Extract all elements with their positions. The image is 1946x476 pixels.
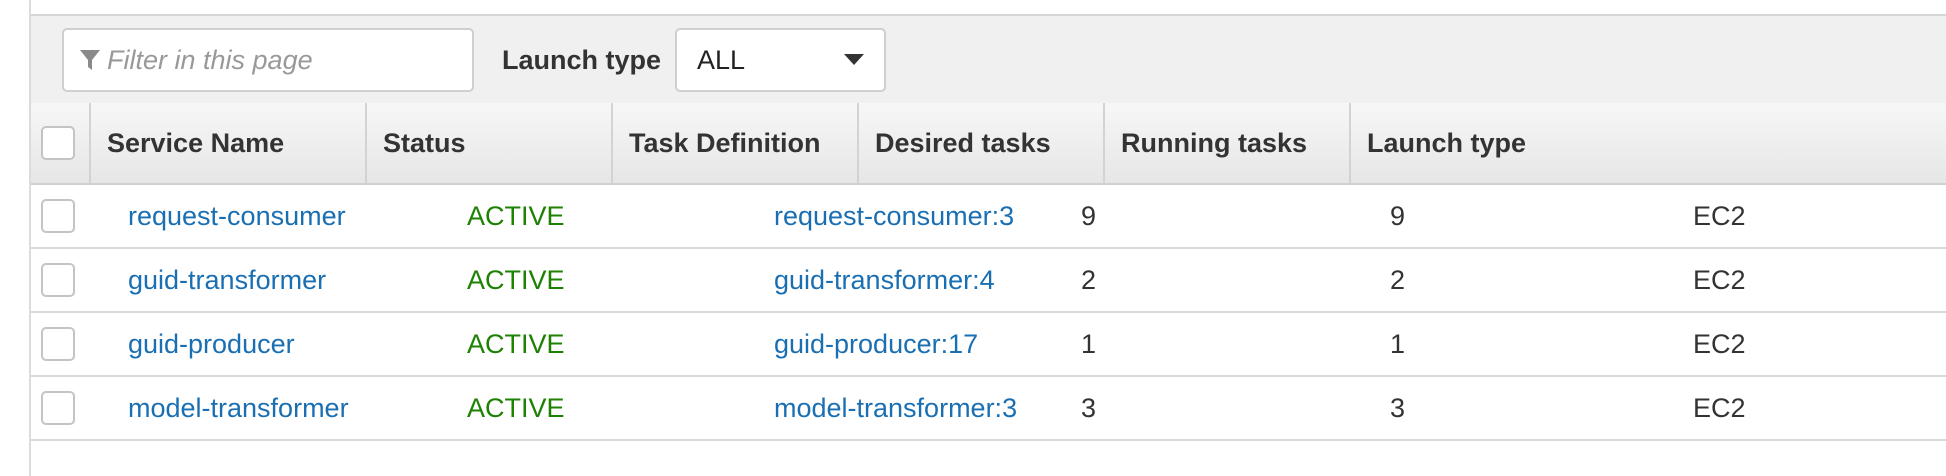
table-row: request-consumer ACTIVE request-consumer… [31, 185, 1946, 249]
table-row: guid-transformer ACTIVE guid-transformer… [31, 249, 1946, 313]
table-row: guid-producer ACTIVE guid-producer:17 1 … [31, 313, 1946, 377]
filter-icon [80, 50, 100, 70]
service-name-link[interactable]: guid-producer [128, 329, 295, 359]
launch-type-select[interactable]: ALL [675, 28, 886, 92]
row-checkbox[interactable] [41, 199, 75, 233]
row-checkbox[interactable] [41, 263, 75, 297]
row-checkbox[interactable] [41, 391, 75, 425]
status-cell: ACTIVE [467, 329, 565, 359]
services-panel: Launch type ALL Service Name Status Task… [31, 0, 1946, 444]
row-checkbox[interactable] [41, 327, 75, 361]
table-header: Service Name Status Task Definition Desi… [31, 103, 1946, 185]
launch-type-label: Launch type [502, 45, 662, 75]
task-definition-cell: model-transformer:3 [774, 377, 1017, 439]
filter-input[interactable] [107, 44, 447, 76]
service-name-link[interactable]: request-consumer [128, 201, 346, 231]
service-name-link[interactable]: model-transformer [128, 393, 349, 423]
column-header-running-tasks[interactable]: Running tasks [1103, 103, 1349, 183]
service-name-cell: request-consumer [128, 185, 346, 247]
table-body: request-consumer ACTIVE request-consumer… [31, 185, 1946, 441]
task-definition-link[interactable]: request-consumer:3 [774, 201, 1014, 231]
table-row: model-transformer ACTIVE model-transform… [31, 377, 1946, 441]
column-header-task-definition[interactable]: Task Definition [611, 103, 857, 183]
desired-tasks-cell: 2 [1081, 265, 1097, 295]
task-definition-cell: request-consumer:3 [774, 185, 1014, 247]
select-all-checkbox[interactable] [41, 126, 75, 160]
running-tasks-cell: 2 [1390, 265, 1406, 295]
services-page: Launch type ALL Service Name Status Task… [0, 0, 1946, 476]
status-cell: ACTIVE [467, 393, 565, 423]
service-name-link[interactable]: guid-transformer [128, 265, 326, 295]
left-gutter [0, 0, 31, 476]
status-cell: ACTIVE [467, 265, 565, 295]
launch-type-cell: EC2 [1693, 265, 1746, 295]
launch-type-cell: EC2 [1693, 201, 1746, 231]
launch-type-selected-value: ALL [697, 45, 746, 75]
service-name-cell: model-transformer [128, 377, 349, 439]
desired-tasks-cell: 3 [1081, 393, 1097, 423]
column-header-desired-tasks[interactable]: Desired tasks [857, 103, 1103, 183]
launch-type-cell: EC2 [1693, 393, 1746, 423]
task-definition-cell: guid-producer:17 [774, 313, 978, 375]
column-header-launch-type[interactable]: Launch type [1349, 103, 1946, 183]
status-cell: ACTIVE [467, 201, 565, 231]
task-definition-link[interactable]: model-transformer:3 [774, 393, 1017, 423]
service-name-cell: guid-transformer [128, 249, 326, 311]
running-tasks-cell: 9 [1390, 201, 1406, 231]
services-table: Service Name Status Task Definition Desi… [31, 103, 1946, 441]
task-definition-link[interactable]: guid-producer:17 [774, 329, 978, 359]
desired-tasks-cell: 9 [1081, 201, 1097, 231]
running-tasks-cell: 1 [1390, 329, 1406, 359]
chevron-down-icon [844, 54, 864, 65]
task-definition-link[interactable]: guid-transformer:4 [774, 265, 995, 295]
desired-tasks-cell: 1 [1081, 329, 1097, 359]
column-header-status[interactable]: Status [365, 103, 611, 183]
launch-type-cell: EC2 [1693, 329, 1746, 359]
task-definition-cell: guid-transformer:4 [774, 249, 995, 311]
services-toolbar: Launch type ALL [31, 14, 1946, 103]
select-all-cell [31, 103, 89, 183]
column-header-service-name[interactable]: Service Name [89, 103, 365, 183]
service-name-cell: guid-producer [128, 313, 295, 375]
filter-box[interactable] [62, 28, 474, 92]
running-tasks-cell: 3 [1390, 393, 1406, 423]
